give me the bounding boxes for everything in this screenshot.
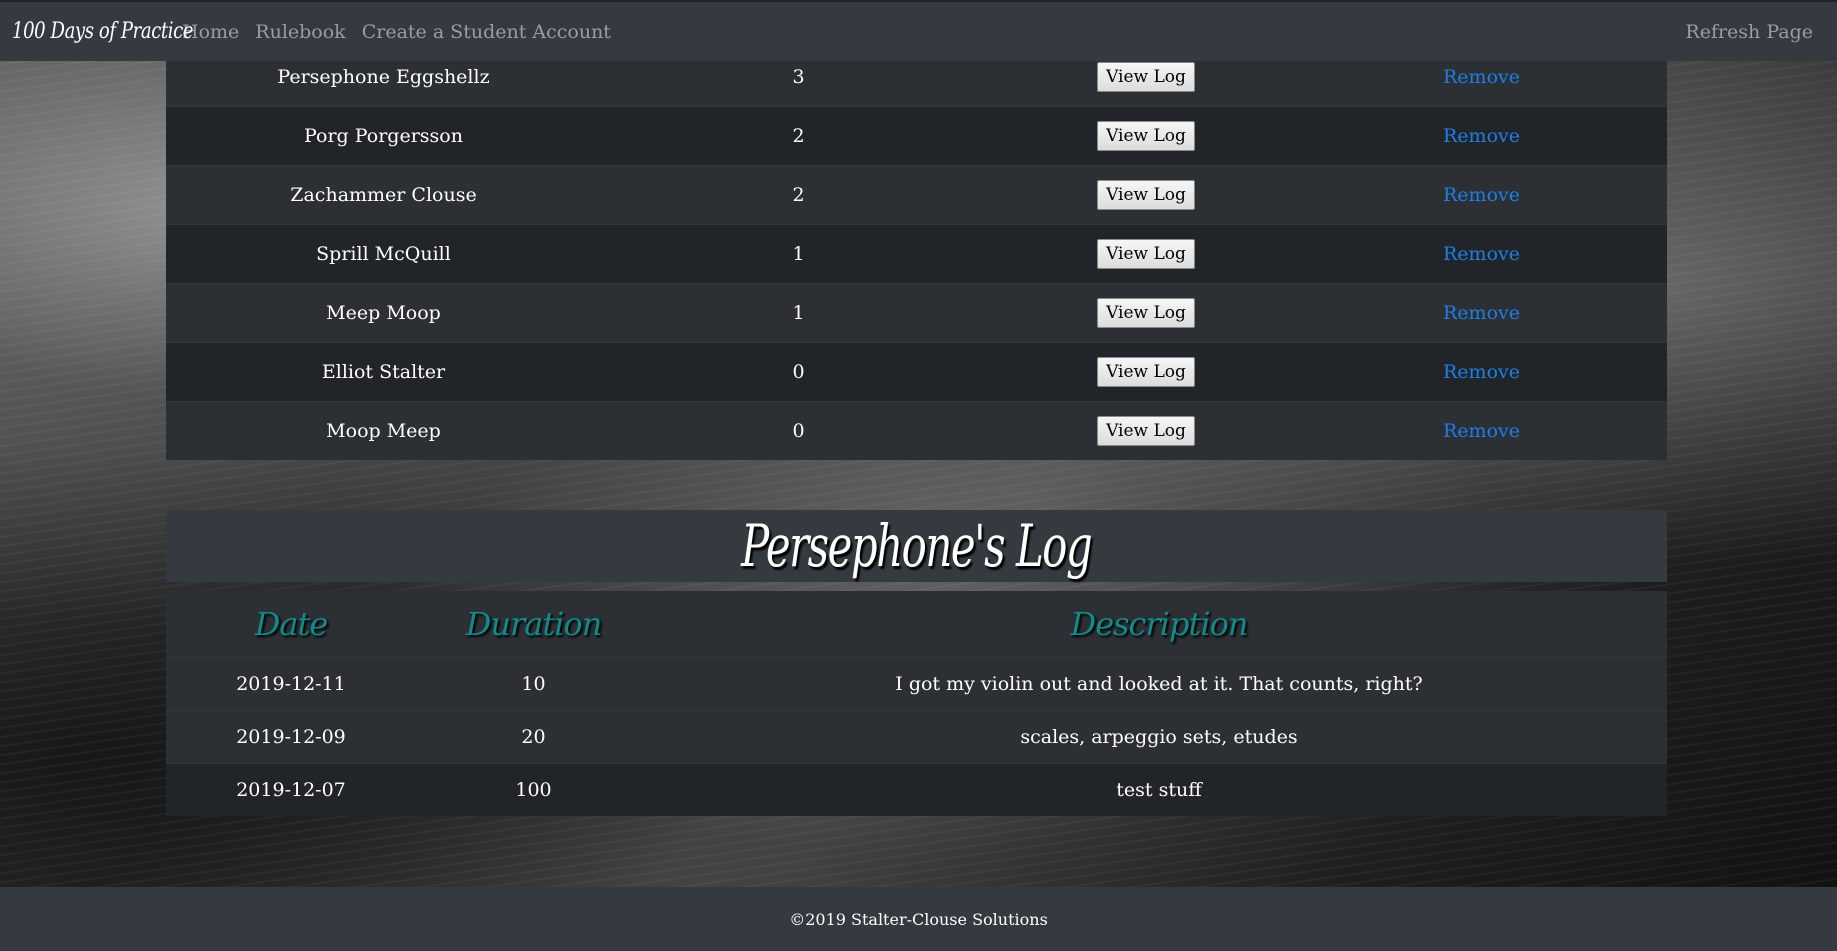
log-table-header: Date Duration Description [166, 591, 1667, 657]
student-count: 3 [792, 66, 805, 88]
remove-link[interactable]: Remove [1296, 302, 1667, 324]
view-log-button[interactable]: View Log [1097, 62, 1195, 92]
remove-link[interactable]: Remove [1296, 125, 1667, 147]
table-row: Meep Moop 1 View Log Remove [166, 283, 1667, 342]
remove-link[interactable]: Remove [1296, 361, 1667, 383]
log-duration: 10 [521, 673, 546, 695]
remove-link[interactable]: Remove [1296, 243, 1667, 265]
table-row: 2019-12-09 20 scales, arpeggio sets, etu… [166, 710, 1667, 763]
log-description: I got my violin out and looked at it. Th… [895, 673, 1423, 695]
header-duration: Duration [465, 605, 603, 643]
student-count: 0 [792, 361, 805, 383]
view-log-button[interactable]: View Log [1097, 180, 1195, 210]
log-duration: 100 [515, 779, 552, 801]
student-name: Moop Meep [326, 420, 441, 442]
table-row: Zachammer Clouse 2 View Log Remove [166, 165, 1667, 224]
log-title-bar: Persephone's Log [166, 510, 1667, 582]
student-count: 0 [792, 420, 805, 442]
view-log-cell: View Log [996, 298, 1296, 328]
header-description: Description [1070, 605, 1249, 643]
student-count: 2 [792, 125, 805, 147]
view-log-cell: View Log [996, 357, 1296, 387]
log-title: Persephone's Log [741, 512, 1093, 580]
student-name: Persephone Eggshellz [277, 66, 490, 88]
table-row: Elliot Stalter 0 View Log Remove [166, 342, 1667, 401]
student-name: Meep Moop [326, 302, 441, 324]
log-table-body: 2019-12-11 10 I got my violin out and lo… [166, 657, 1667, 816]
log-date: 2019-12-09 [236, 726, 346, 748]
student-name: Elliot Stalter [321, 361, 446, 383]
nav-rulebook[interactable]: Rulebook [255, 21, 345, 43]
view-log-button[interactable]: View Log [1097, 298, 1195, 328]
view-log-button[interactable]: View Log [1097, 239, 1195, 269]
table-row: 2019-12-07 100 test stuff [166, 763, 1667, 816]
log-description: scales, arpeggio sets, etudes [1020, 726, 1298, 748]
remove-link[interactable]: Remove [1296, 66, 1667, 88]
nav-links: Home Rulebook Create a Student Account [182, 21, 627, 43]
view-log-cell: View Log [996, 121, 1296, 151]
refresh-page-link[interactable]: Refresh Page [1685, 21, 1813, 43]
table-row: Moop Meep 0 View Log Remove [166, 401, 1667, 460]
log-table: Date Duration Description 2019-12-11 10 … [166, 591, 1667, 816]
student-name: Porg Porgersson [304, 125, 463, 147]
student-name: Sprill McQuill [316, 243, 451, 265]
view-log-button[interactable]: View Log [1097, 416, 1195, 446]
student-count: 2 [792, 184, 805, 206]
table-row: 2019-12-11 10 I got my violin out and lo… [166, 657, 1667, 710]
header-date: Date [254, 605, 329, 643]
student-count: 1 [792, 302, 805, 324]
view-log-cell: View Log [996, 180, 1296, 210]
log-description: test stuff [1116, 779, 1202, 801]
log-date: 2019-12-11 [236, 673, 346, 695]
students-table: Persephone Eggshellz 3 View Log Remove P… [166, 47, 1667, 460]
log-date: 2019-12-07 [236, 779, 346, 801]
view-log-cell: View Log [996, 416, 1296, 446]
log-duration: 20 [521, 726, 546, 748]
brand-logo[interactable]: 100 Days of Practice [12, 19, 193, 44]
table-row: Porg Porgersson 2 View Log Remove [166, 106, 1667, 165]
view-log-button[interactable]: View Log [1097, 357, 1195, 387]
view-log-cell: View Log [996, 62, 1296, 92]
student-name: Zachammer Clouse [290, 184, 477, 206]
remove-link[interactable]: Remove [1296, 420, 1667, 442]
view-log-cell: View Log [996, 239, 1296, 269]
nav-create-student-account[interactable]: Create a Student Account [362, 21, 611, 43]
footer: ©2019 Stalter-Clouse Solutions [0, 887, 1837, 951]
footer-copyright: ©2019 Stalter-Clouse Solutions [789, 909, 1048, 929]
navbar: 100 Days of Practice Home Rulebook Creat… [0, 0, 1837, 61]
remove-link[interactable]: Remove [1296, 184, 1667, 206]
view-log-button[interactable]: View Log [1097, 121, 1195, 151]
table-row: Sprill McQuill 1 View Log Remove [166, 224, 1667, 283]
student-count: 1 [792, 243, 805, 265]
